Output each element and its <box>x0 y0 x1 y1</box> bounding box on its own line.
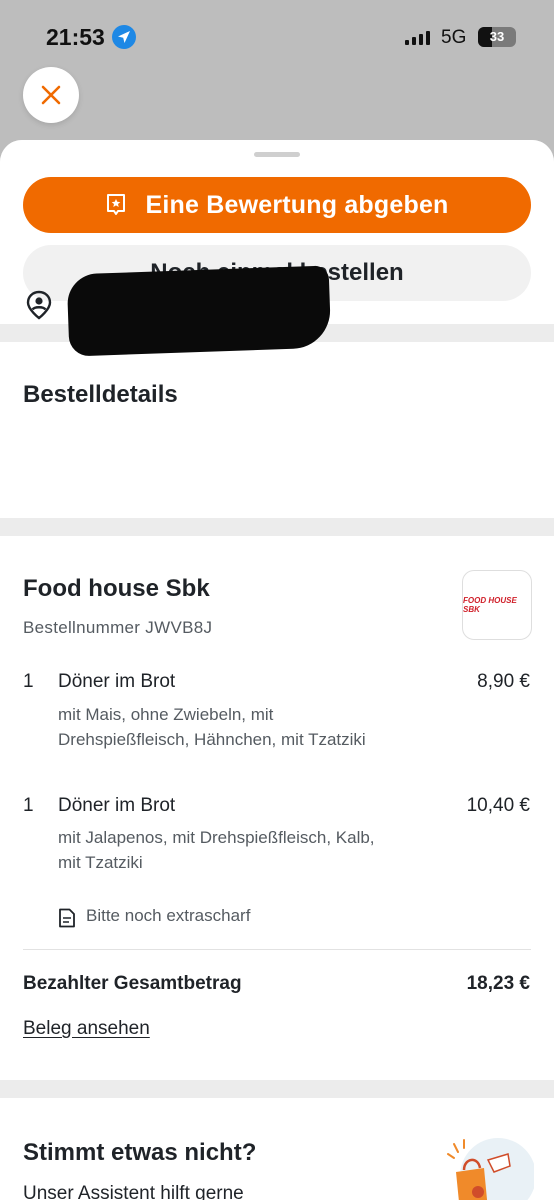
battery-icon: 33 <box>478 27 516 47</box>
help-illustration <box>447 1138 534 1200</box>
help-title: Stimmt etwas nicht? <box>23 1139 257 1166</box>
details-title: Bestelldetails <box>23 381 178 408</box>
help-subtitle: Unser Assistent hilft gerne <box>23 1183 244 1200</box>
location-pin-icon <box>26 290 52 320</box>
total-value: 18,23 € <box>466 973 530 994</box>
item-modifiers: mit Mais, ohne Zwiebeln, mit Drehspießfl… <box>58 705 366 749</box>
note-icon <box>59 908 75 928</box>
rate-button-label: Eine Bewertung abgeben <box>145 190 449 219</box>
item-name: Döner im Brot <box>58 795 176 816</box>
status-bar: 21:53 5G 33 <box>0 0 554 70</box>
item-qty: 1 <box>23 671 34 692</box>
restaurant-name[interactable]: Food house Sbk <box>23 575 210 603</box>
item-modifiers: mit Jalapenos, mit Drehspießfleisch, Kal… <box>58 828 375 872</box>
details-card <box>0 342 554 518</box>
signal-icon <box>405 31 430 45</box>
divider <box>23 949 531 950</box>
order-number: Bestellnummer JWVB8J <box>23 618 213 637</box>
close-icon <box>41 85 61 105</box>
redacted-address <box>66 265 332 357</box>
item-note: Bitte noch extrascharf <box>86 906 251 925</box>
view-receipt-link[interactable]: Beleg ansehen <box>23 1018 150 1040</box>
review-badge-icon <box>107 194 126 215</box>
item-name: Döner im Brot <box>58 671 176 692</box>
close-button[interactable] <box>23 67 79 123</box>
restaurant-logo[interactable]: FOOD HOUSE SBK <box>462 570 532 640</box>
rate-button[interactable]: Eine Bewertung abgeben <box>23 177 531 233</box>
network-type: 5G <box>441 27 467 48</box>
sheet-grabber-handle[interactable] <box>254 152 300 157</box>
item-price: 10,40 € <box>466 795 530 816</box>
item-price: 8,90 € <box>477 671 530 692</box>
location-arrow-icon <box>112 25 136 49</box>
item-qty: 1 <box>23 795 34 816</box>
status-time: 21:53 <box>46 24 105 50</box>
battery-level: 33 <box>489 29 505 44</box>
restaurant-logo-text: FOOD HOUSE SBK <box>463 596 517 614</box>
total-label: Bezahlter Gesamtbetrag <box>23 973 242 994</box>
